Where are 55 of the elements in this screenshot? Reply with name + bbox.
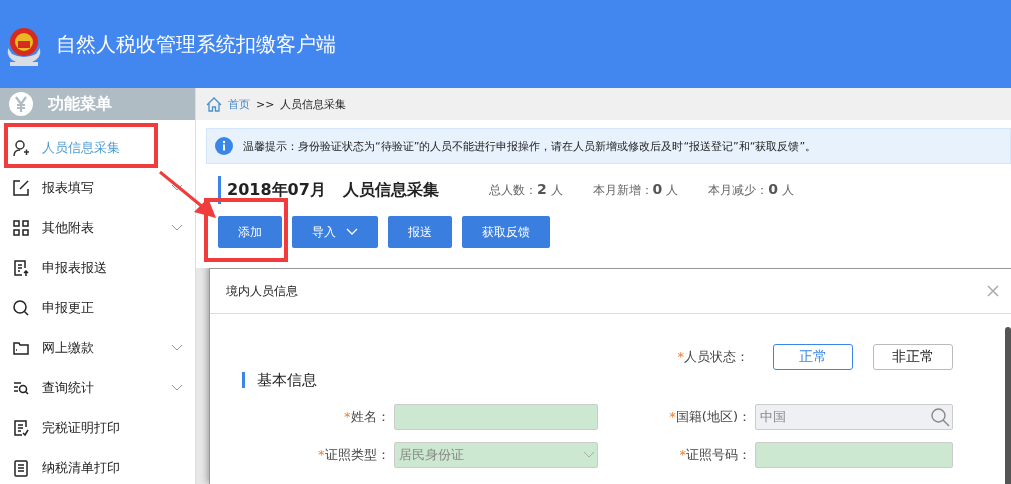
field-label: *国籍(地区)： — [669, 408, 751, 426]
breadcrumb-current: 人员信息采集 — [280, 96, 347, 112]
stat-text: 本月新增：0 人 — [592, 181, 679, 199]
folder-icon — [12, 339, 30, 357]
field-label: *证照类型： — [318, 446, 390, 464]
person-add-icon — [12, 139, 30, 157]
section-title: 基本信息 — [242, 372, 953, 388]
close-icon[interactable] — [987, 285, 999, 297]
stat-text: 总人数：2 人 — [489, 181, 563, 199]
search-icon[interactable] — [930, 407, 950, 427]
sidebar-item[interactable]: 网上缴款 — [0, 328, 195, 368]
sidebar-item[interactable]: 申报表报送 — [0, 248, 195, 288]
yuan-icon — [8, 91, 34, 117]
annotation-arrow — [158, 170, 218, 220]
toolbar-button[interactable]: 添加 — [218, 216, 282, 248]
required-mark: * — [679, 447, 686, 462]
document-upload-icon — [12, 259, 30, 277]
toolbar-button[interactable]: 报送 — [388, 216, 452, 248]
breadcrumb-separator: >> — [256, 97, 275, 111]
edit-icon — [12, 179, 30, 197]
required-mark: * — [677, 349, 684, 364]
dialog-title: 境内人员信息 — [226, 282, 298, 300]
home-icon — [206, 96, 222, 112]
toolbar-button[interactable]: 获取反馈 — [462, 216, 550, 248]
input-field[interactable] — [393, 404, 598, 430]
toolbar-button[interactable]: 导入 — [292, 216, 378, 248]
grid-icon — [12, 219, 30, 237]
app-title: 自然人税收管理系统扣缴客户端 — [56, 30, 336, 58]
info-icon — [215, 137, 233, 155]
page-title: 2018年07月 人员信息采集 — [227, 179, 440, 201]
field-label: *证照号码： — [679, 446, 751, 464]
sidebar-item[interactable]: 查询统计 — [0, 368, 195, 408]
chevron-down-icon — [582, 451, 595, 459]
document-check-icon — [12, 419, 30, 437]
input-field[interactable] — [755, 442, 953, 468]
status-label: *人员状态： — [677, 348, 749, 366]
status-option[interactable]: 正常 — [773, 344, 853, 370]
stat-text: 本月减少：0 人 — [708, 181, 794, 199]
sidebar-title: 功能菜单 — [48, 93, 112, 115]
required-mark: * — [318, 447, 325, 462]
home-link[interactable]: 首页 — [228, 96, 250, 112]
sidebar-item[interactable]: 报表填写 — [0, 168, 195, 208]
clipboard-icon — [12, 459, 30, 477]
field-label: *姓名： — [344, 408, 390, 426]
list-search-icon — [12, 379, 30, 397]
required-mark: * — [669, 409, 676, 424]
scrollbar[interactable] — [1005, 327, 1011, 484]
search-icon — [12, 299, 30, 317]
status-option[interactable]: 非正常 — [873, 344, 953, 370]
required-mark: * — [344, 409, 351, 424]
sidebar-item[interactable]: 完税证明打印 — [0, 408, 195, 448]
sidebar-item[interactable]: 申报更正 — [0, 288, 195, 328]
sidebar-item[interactable]: 纳税清单打印 — [0, 448, 195, 484]
sidebar-item[interactable]: 其他附表 — [0, 208, 195, 248]
notice-text: 温馨提示：身份验证状态为“待验证”的人员不能进行申报操作，请在人员新增或修改后及时“报送登记”和“获取反馈”。 — [243, 138, 817, 154]
